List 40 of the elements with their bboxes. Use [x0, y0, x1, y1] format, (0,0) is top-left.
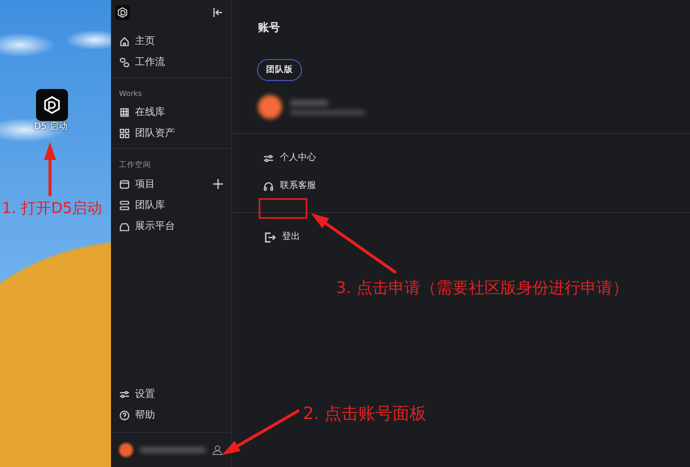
logout-item[interactable]: 登出 — [282, 230, 300, 244]
sidebar-item[interactable]: 团队资产 — [135, 126, 175, 142]
highlight-frame — [258, 198, 308, 219]
avatar[interactable] — [119, 443, 133, 457]
sliders-icon — [263, 152, 274, 164]
sidebar-item[interactable]: 在线库 — [135, 105, 165, 120]
plan-badge[interactable]: 团队版 — [257, 58, 302, 82]
annotation-arrow — [44, 142, 56, 196]
app-shortcut-icon[interactable] — [36, 89, 68, 121]
annotation-text: 1. 打开D5启动 — [2, 201, 102, 216]
home-icon — [119, 36, 130, 47]
sidebar-item[interactable]: 工作流 — [135, 55, 165, 70]
help-icon — [119, 410, 130, 421]
tray-icon — [119, 220, 130, 232]
headset-icon — [263, 180, 274, 192]
redacted-username — [140, 447, 206, 453]
app-logo-icon[interactable] — [115, 5, 130, 20]
sidebar-item[interactable]: 团队库 — [135, 198, 165, 212]
menu-item[interactable]: 个人中心 — [280, 152, 316, 165]
sidebar-item[interactable]: 主页 — [135, 34, 155, 49]
sidebar-item[interactable]: 展示平台 — [135, 218, 175, 234]
redacted-username — [290, 100, 328, 106]
annotation-text: 3. 点击申请（需要社区版身份进行申请） — [336, 280, 628, 296]
annotation-text: 2. 点击账号面板 — [303, 406, 427, 423]
panel-icon — [119, 178, 130, 190]
logout-icon — [263, 230, 276, 244]
sidebar-item[interactable]: 设置 — [135, 387, 155, 402]
sidebar-item[interactable]: 帮助 — [135, 408, 155, 423]
shortcut-label: D5 启动 — [34, 121, 68, 134]
sidebar-item[interactable]: 项目 — [135, 176, 155, 192]
squares-icon — [119, 128, 130, 140]
page-title: 账号 — [257, 20, 281, 36]
stack-icon — [119, 200, 130, 210]
avatar — [258, 95, 282, 120]
collapse-icon[interactable] — [213, 8, 223, 17]
add-icon[interactable] — [213, 179, 223, 189]
link-icon — [119, 57, 130, 68]
person-icon[interactable] — [212, 445, 223, 455]
sliders-icon — [119, 389, 130, 400]
menu-item[interactable]: 联系客服 — [280, 180, 316, 193]
